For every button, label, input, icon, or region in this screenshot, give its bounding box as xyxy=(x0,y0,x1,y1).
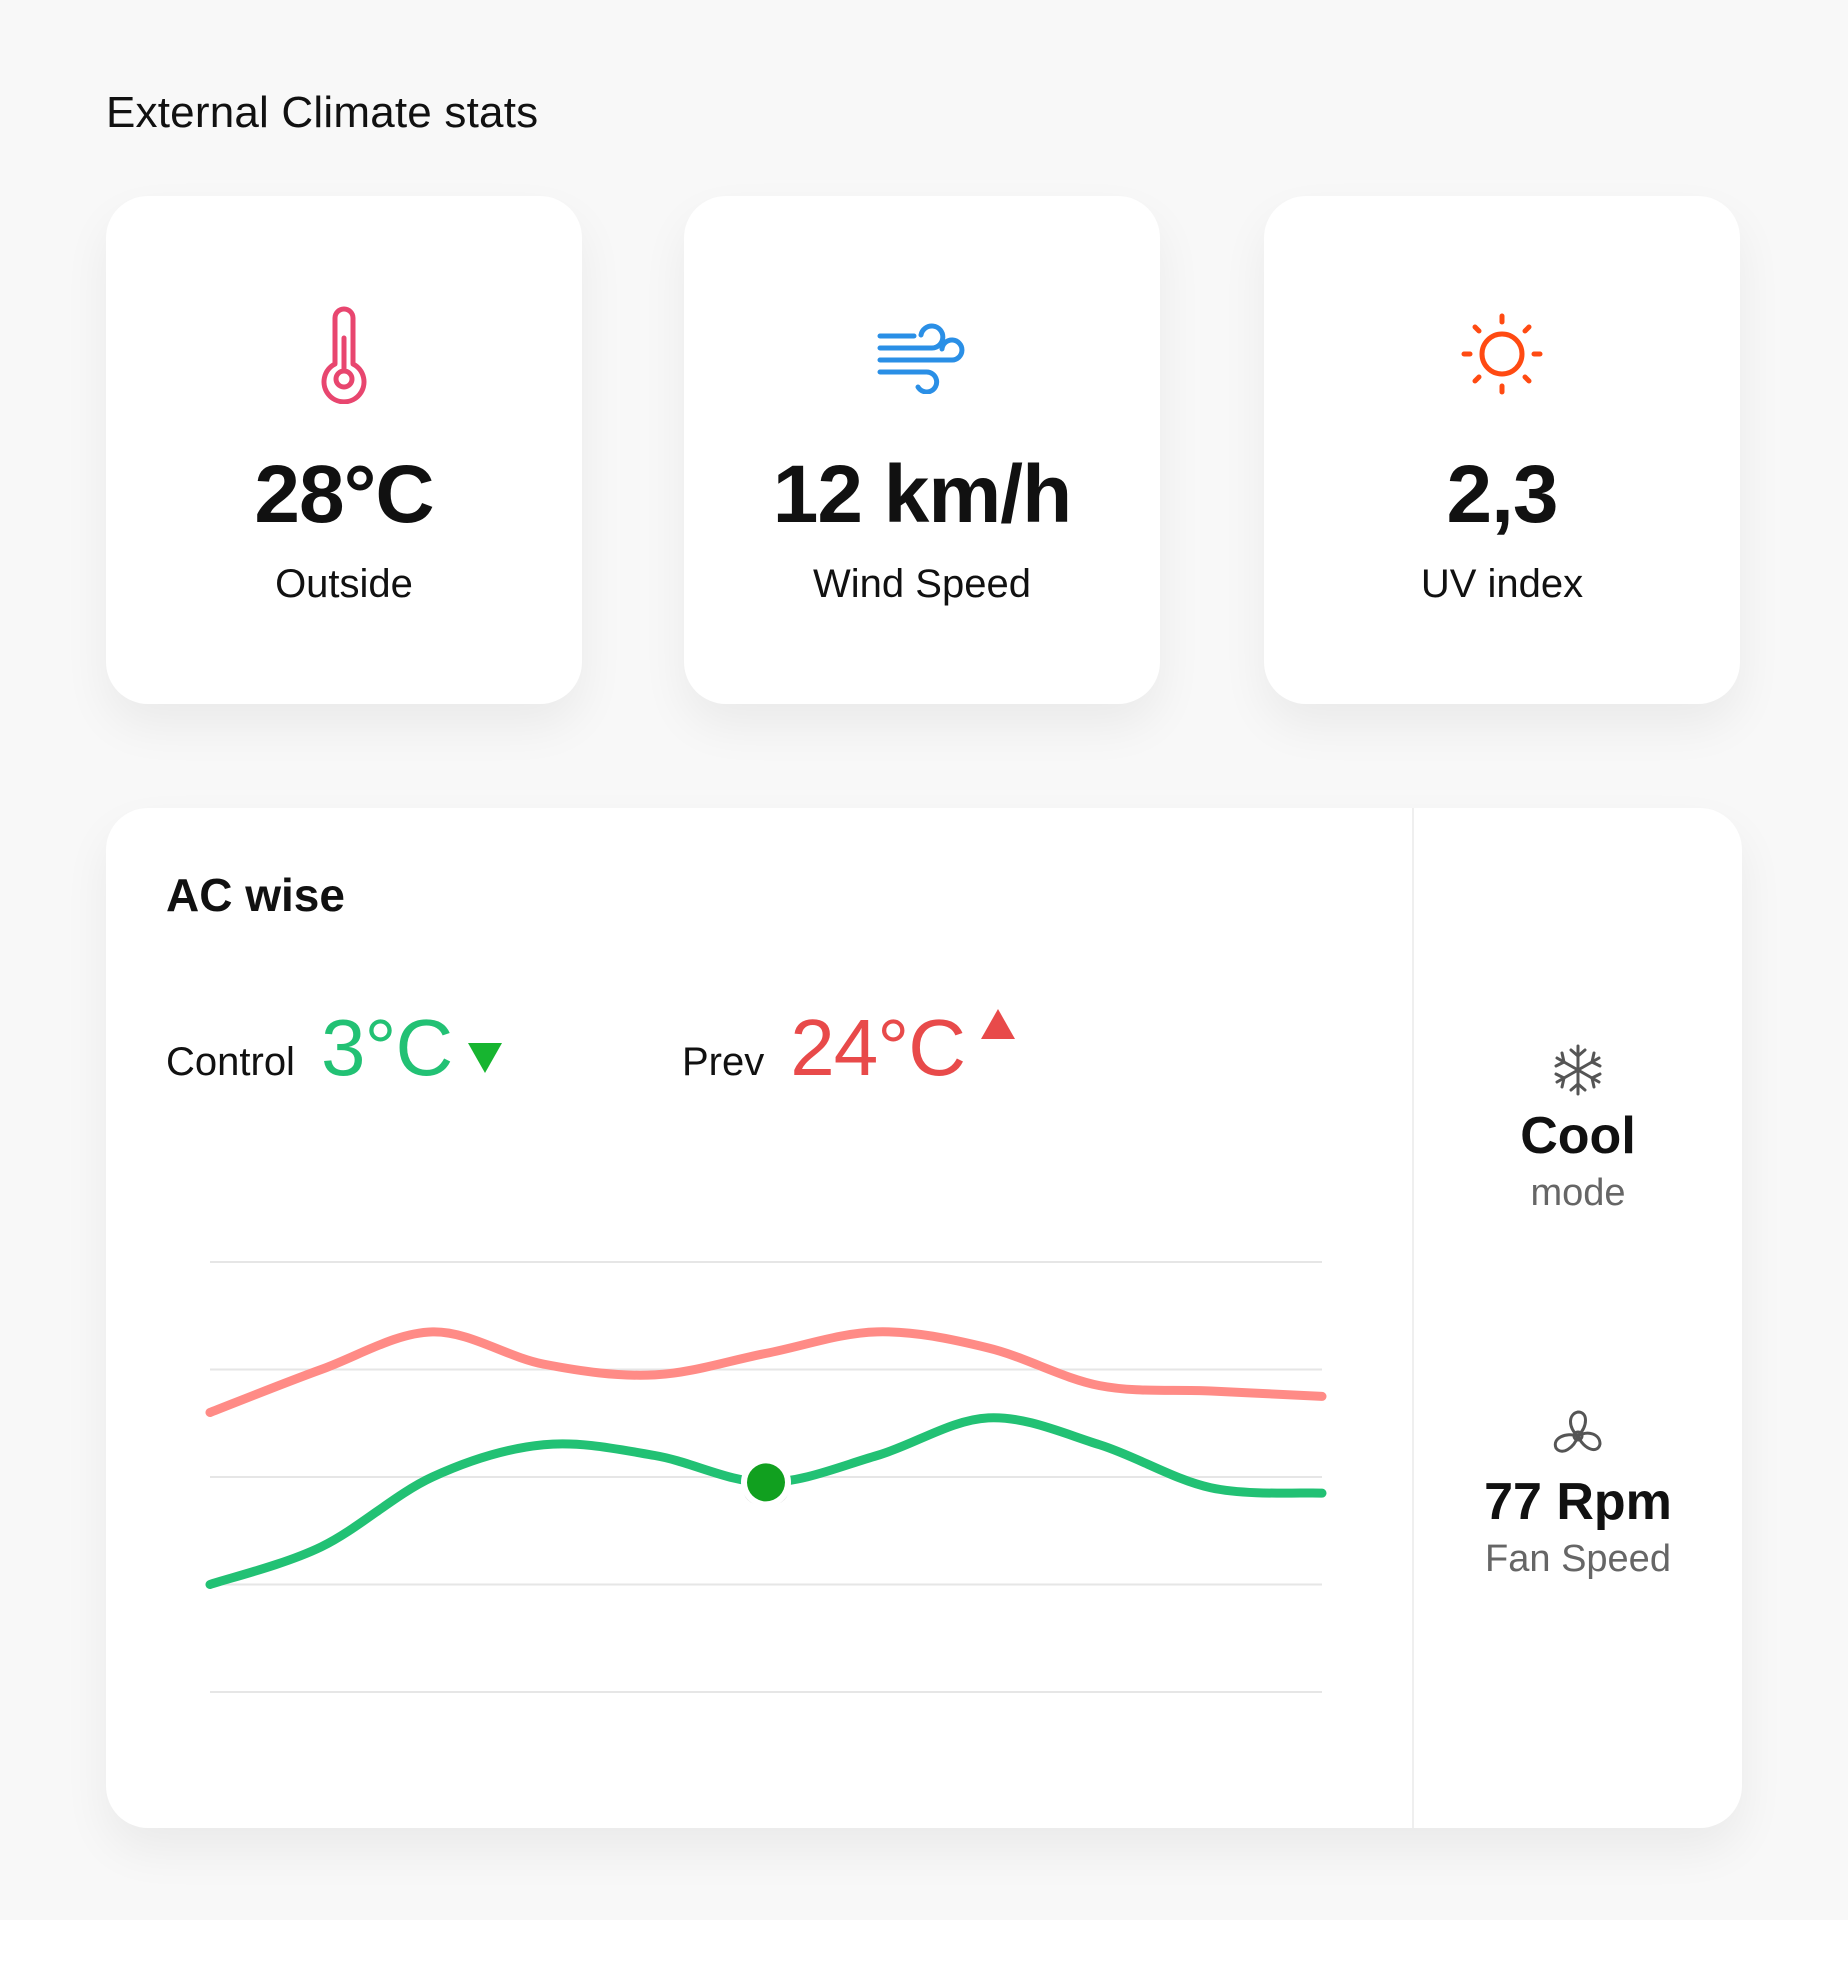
climate-panel: External Climate stats 28°C Outside 12 k… xyxy=(0,0,1848,1920)
outside-temperature-label: Outside xyxy=(275,562,413,606)
chart-marker-group xyxy=(741,1457,791,1508)
sun-icon xyxy=(1264,306,1740,402)
mode-label: mode xyxy=(1530,1172,1626,1214)
wind-speed-card[interactable]: 12 km/h Wind Speed xyxy=(684,196,1160,704)
thermometer-icon xyxy=(106,306,582,404)
control-value: 3°C xyxy=(320,1003,453,1092)
control-label: Control xyxy=(166,1040,295,1084)
uv-index-label: UV index xyxy=(1420,562,1584,606)
temperature-chart xyxy=(205,1261,1327,1693)
wind-speed-value: 12 km/h xyxy=(772,449,1072,540)
ac-wise-title: AC wise xyxy=(166,869,345,921)
uv-index-value: 2,3 xyxy=(1446,449,1559,540)
trend-up-icon xyxy=(979,1007,1017,1046)
fan-speed-value: 77 Rpm xyxy=(1484,1473,1672,1531)
outside-temperature-value: 28°C xyxy=(254,449,434,540)
outside-temperature-card[interactable]: 28°C Outside xyxy=(106,196,582,704)
uv-index-card[interactable]: 2,3 UV index xyxy=(1264,196,1740,704)
control-metric: Control 3°C xyxy=(166,1002,504,1094)
fan-icon xyxy=(1414,1406,1742,1466)
chart-marker-point[interactable] xyxy=(747,1463,785,1502)
trend-down-icon xyxy=(466,1041,504,1080)
fan-speed-status[interactable]: 77 Rpm Fan Speed xyxy=(1414,1406,1742,1581)
prev-label: Prev xyxy=(682,1040,765,1084)
mode-status[interactable]: Cool mode xyxy=(1414,1040,1742,1215)
prev-value: 24°C xyxy=(790,1003,966,1092)
fan-speed-label: Fan Speed xyxy=(1485,1538,1671,1580)
prev-series-line xyxy=(205,1327,1327,1417)
mode-value: Cool xyxy=(1520,1107,1636,1165)
vertical-divider xyxy=(1412,808,1414,1828)
ac-wise-card: AC wise Control 3°C Prev 24°C Cool mode … xyxy=(106,808,1742,1828)
wind-speed-label: Wind Speed xyxy=(813,562,1031,606)
prev-metric: Prev 24°C xyxy=(682,1002,1017,1094)
page-title: External Climate stats xyxy=(106,88,539,137)
wind-icon xyxy=(684,306,1160,402)
snowflake-icon xyxy=(1414,1040,1742,1100)
